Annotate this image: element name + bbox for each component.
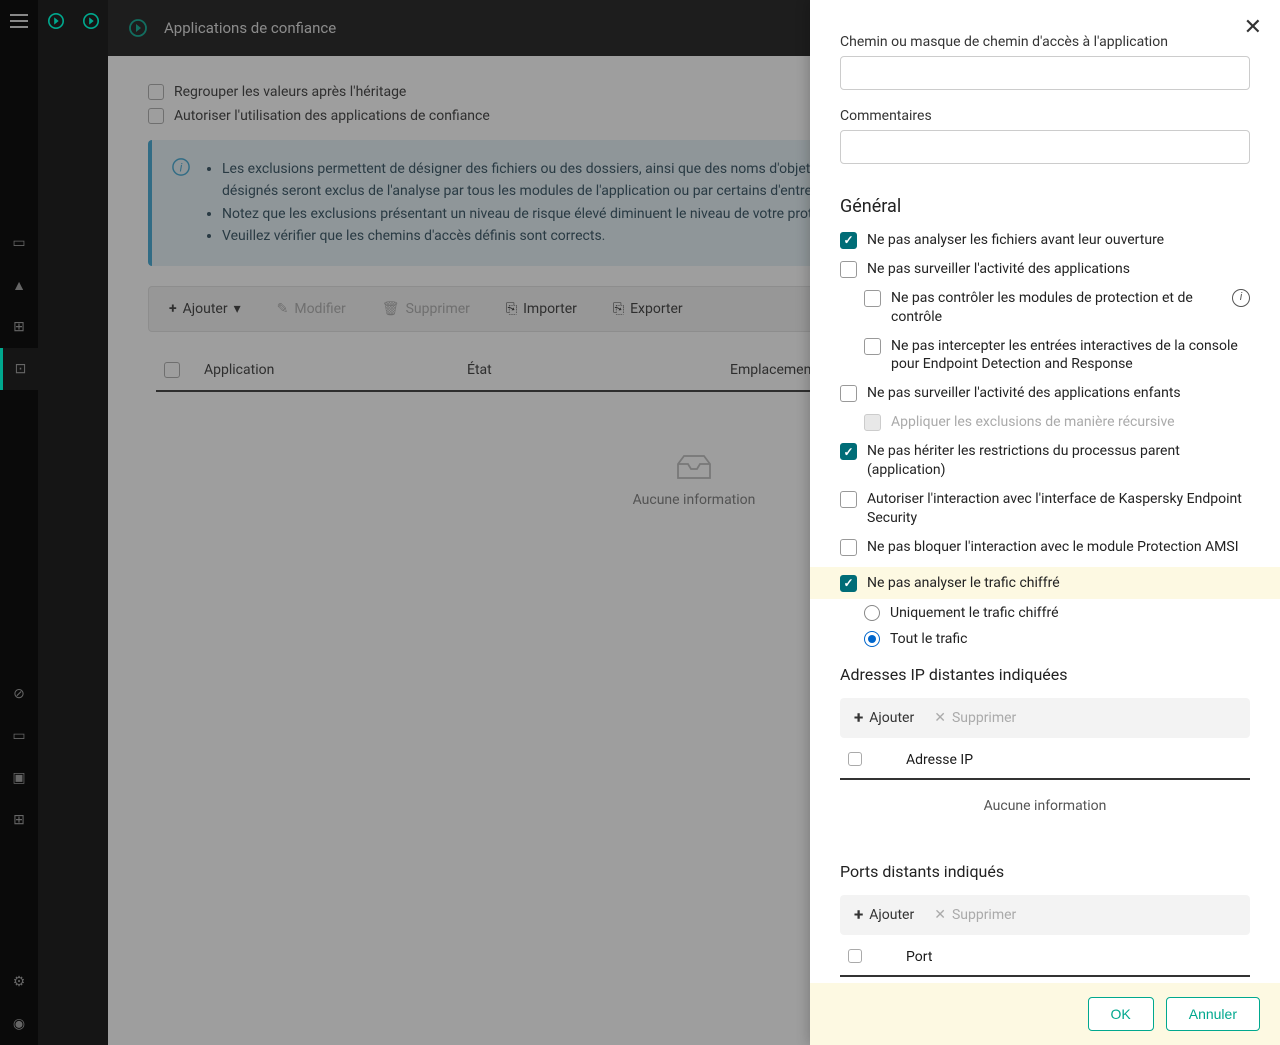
ok-button[interactable]: OK: [1088, 997, 1154, 1031]
lbl-recursive: Appliquer les exclusions de manière récu…: [891, 413, 1175, 432]
close-button[interactable]: ✕: [1244, 14, 1262, 40]
port-table-header: Port: [840, 939, 1250, 977]
lbl-encrypted-traffic: Ne pas analyser le trafic chiffré: [867, 574, 1060, 593]
port-col-header[interactable]: Port: [898, 939, 1250, 977]
comments-input[interactable]: [840, 130, 1250, 164]
settings-icon[interactable]: ⚙: [0, 961, 38, 1003]
info-icon-modules[interactable]: i: [1232, 289, 1250, 307]
nav-icon-1[interactable]: ▭: [0, 222, 38, 264]
chk-scan-before-open[interactable]: [840, 232, 857, 249]
port-section-title: Ports distants indiqués: [840, 862, 1250, 881]
cancel-button[interactable]: Annuler: [1166, 997, 1260, 1031]
chk-recursive: [864, 414, 881, 431]
lbl-control-modules: Ne pas contrôler les modules de protecti…: [891, 289, 1222, 327]
lbl-intercept-edr: Ne pas intercepter les entrées interacti…: [891, 337, 1250, 375]
lbl-radio-all-traffic: Tout le trafic: [890, 631, 968, 647]
nav-icon-b3[interactable]: ⊞: [0, 799, 38, 841]
nav-icon-3[interactable]: ⊞: [0, 306, 38, 348]
nav-circle-icon-2[interactable]: [73, 0, 108, 42]
path-label: Chemin ou masque de chemin d'accès à l'a…: [840, 34, 1250, 50]
path-input[interactable]: [840, 56, 1250, 90]
chk-allow-ui[interactable]: [840, 491, 857, 508]
lbl-radio-encrypted-only: Uniquement le trafic chiffré: [890, 605, 1059, 621]
nav-circle-icon-1[interactable]: [38, 0, 73, 42]
lbl-amsi: Ne pas bloquer l'interaction avec le mod…: [867, 538, 1239, 557]
ip-select-all[interactable]: [848, 752, 862, 766]
lbl-scan-before-open: Ne pas analyser les fichiers avant leur …: [867, 231, 1164, 250]
ip-section-title: Adresses IP distantes indiquées: [840, 665, 1250, 684]
chk-amsi[interactable]: [840, 539, 857, 556]
sidebar-secondary: [38, 0, 108, 1045]
port-toolbar: +Ajouter ✕Supprimer: [840, 895, 1250, 935]
nav-user-icon[interactable]: ⊘: [0, 673, 38, 715]
panel-footer: OK Annuler: [810, 983, 1280, 1045]
ip-empty: Aucune information: [840, 780, 1250, 832]
ip-toolbar: +Ajouter ✕Supprimer: [840, 698, 1250, 738]
account-icon[interactable]: ◉: [0, 1003, 38, 1045]
nav-icon-b2[interactable]: ▣: [0, 757, 38, 799]
comments-label: Commentaires: [840, 108, 1250, 124]
side-panel: ✕ Chemin ou masque de chemin d'accès à l…: [810, 0, 1280, 1045]
chk-monitor-activity[interactable]: [840, 261, 857, 278]
nav-icon-active[interactable]: ⊡: [0, 348, 38, 390]
lbl-child-activity: Ne pas surveiller l'activité des applica…: [867, 384, 1181, 403]
chk-child-activity[interactable]: [840, 385, 857, 402]
nav-icon-b1[interactable]: ▭: [0, 715, 38, 757]
lbl-monitor-activity: Ne pas surveiller l'activité des applica…: [867, 260, 1130, 279]
ip-col-header[interactable]: Adresse IP: [898, 742, 1250, 780]
ip-delete-button: ✕Supprimer: [934, 710, 1016, 726]
menu-icon[interactable]: [0, 0, 38, 42]
radio-encrypted-only[interactable]: [864, 605, 880, 621]
ip-table-header: Adresse IP: [840, 742, 1250, 780]
chk-inherit[interactable]: [840, 443, 857, 460]
nav-icon-2[interactable]: ▲: [0, 264, 38, 306]
general-section-title: Général: [840, 196, 1250, 217]
chk-control-modules[interactable]: [864, 290, 881, 307]
port-select-all[interactable]: [848, 949, 862, 963]
chk-intercept-edr[interactable]: [864, 338, 881, 355]
lbl-allow-ui: Autoriser l'interaction avec l'interface…: [867, 490, 1250, 528]
port-add-button[interactable]: +Ajouter: [854, 905, 914, 925]
port-delete-button: ✕Supprimer: [934, 907, 1016, 923]
radio-all-traffic[interactable]: [864, 631, 880, 647]
sidebar-narrow: ▭ ▲ ⊞ ⊡ ⊘ ▭ ▣ ⊞ ⚙ ◉: [0, 0, 38, 1045]
ip-add-button[interactable]: +Ajouter: [854, 708, 914, 728]
lbl-inherit: Ne pas hériter les restrictions du proce…: [867, 442, 1250, 480]
chk-encrypted-traffic[interactable]: [840, 575, 857, 592]
